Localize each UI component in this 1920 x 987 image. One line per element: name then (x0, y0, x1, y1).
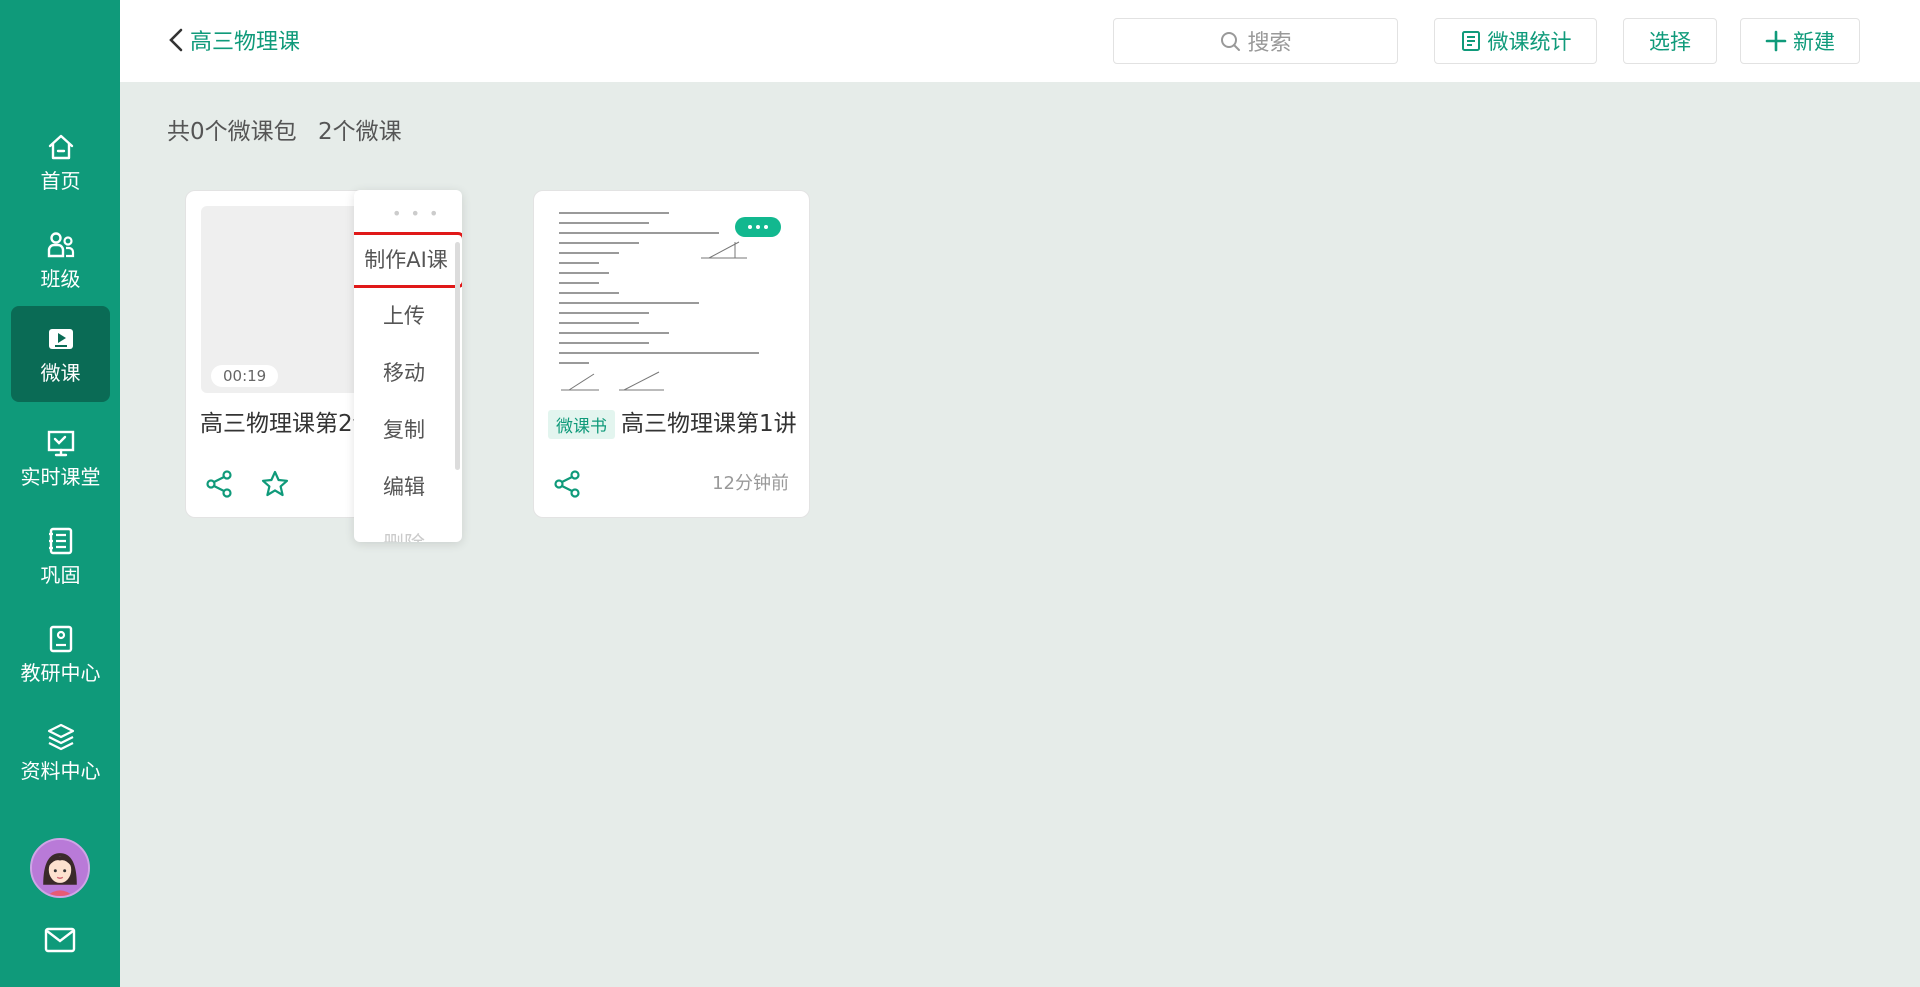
lesson-card[interactable]: 微课书 高三物理课第1讲 12分钟前 (533, 190, 810, 518)
sidebar-item-label: 实时课堂 (20, 465, 101, 489)
select-button[interactable]: 选择 (1623, 18, 1717, 64)
microlesson-stats-button[interactable]: 微课统计 (1434, 18, 1597, 64)
user-avatar-icon (32, 840, 88, 896)
delete-menu-item[interactable]: 删除 (354, 528, 454, 542)
lesson-count: 2个微课 (317, 119, 402, 145)
sidebar-item-label: 班级 (40, 267, 81, 291)
context-menu: • • • 制作AI课 上传 移动 复制 编辑 删除 (354, 190, 462, 542)
star-icon[interactable] (260, 469, 290, 499)
sidebar-item-label: 首页 (40, 169, 81, 193)
report-icon (1461, 31, 1480, 51)
sidebar-item-live-class[interactable]: 实时课堂 (11, 410, 110, 506)
sidebar-item-label: 巩固 (40, 563, 81, 587)
users-icon (47, 232, 74, 258)
sidebar-item-label: 微课 (40, 361, 81, 385)
sidebar-item-label: 教研中心 (20, 661, 101, 685)
sidebar-item-consolidate[interactable]: 巩固 (11, 508, 110, 604)
sidebar-item-resources[interactable]: 资料中心 (11, 704, 110, 800)
duration-badge: 00:19 (211, 365, 279, 387)
edit-menu-item[interactable]: 编辑 (354, 471, 454, 501)
notebook-icon (48, 527, 72, 555)
sidebar-item-home[interactable]: 首页 (11, 114, 110, 210)
sidebar-item-microlesson[interactable]: 微课 (11, 306, 110, 402)
make-ai-lesson-menu-item[interactable]: 制作AI课 (354, 232, 462, 288)
search-input[interactable]: 搜索 (1113, 18, 1398, 64)
upload-menu-item[interactable]: 上传 (354, 300, 454, 330)
search-placeholder: 搜索 (1247, 31, 1292, 56)
chevron-left-icon (169, 28, 183, 52)
move-menu-item[interactable]: 移动 (354, 357, 454, 387)
summary-text: 共0个微课包 2个微课 (167, 112, 416, 146)
sidebar: 首页 班级 微课 实时课堂 巩固 教研中心 资料中心 (0, 0, 120, 987)
share-icon[interactable] (552, 469, 582, 499)
lesson-tag: 微课书 (548, 410, 615, 439)
more-options-button[interactable] (735, 217, 781, 237)
video-icon (48, 329, 73, 349)
search-icon (1221, 32, 1241, 51)
copy-menu-item[interactable]: 复制 (354, 414, 454, 444)
page-title: 高三物理课 (190, 30, 301, 55)
avatar[interactable] (30, 838, 90, 898)
sidebar-item-research[interactable]: 教研中心 (11, 606, 110, 702)
updated-time: 12分钟前 (712, 473, 789, 494)
new-button[interactable]: 新建 (1740, 18, 1860, 64)
package-count: 共0个微课包 (167, 119, 297, 145)
back-button[interactable]: 高三物理课 (166, 24, 300, 56)
menu-more-icon[interactable]: • • • (392, 204, 440, 223)
plus-icon (1765, 30, 1787, 52)
home-icon (48, 134, 73, 160)
sidebar-item-class[interactable]: 班级 (11, 212, 110, 308)
research-icon (49, 625, 72, 653)
layers-icon (47, 723, 74, 751)
menu-scrollbar[interactable] (455, 242, 460, 470)
share-icon[interactable] (204, 469, 234, 499)
sidebar-item-label: 资料中心 (20, 759, 101, 783)
mail-icon[interactable] (44, 926, 76, 954)
lesson-title: 微课书 高三物理课第1讲 (548, 404, 808, 439)
top-bar: 高三物理课 搜索 微课统计 选择 新建 (120, 0, 1920, 82)
board-icon (47, 430, 74, 457)
